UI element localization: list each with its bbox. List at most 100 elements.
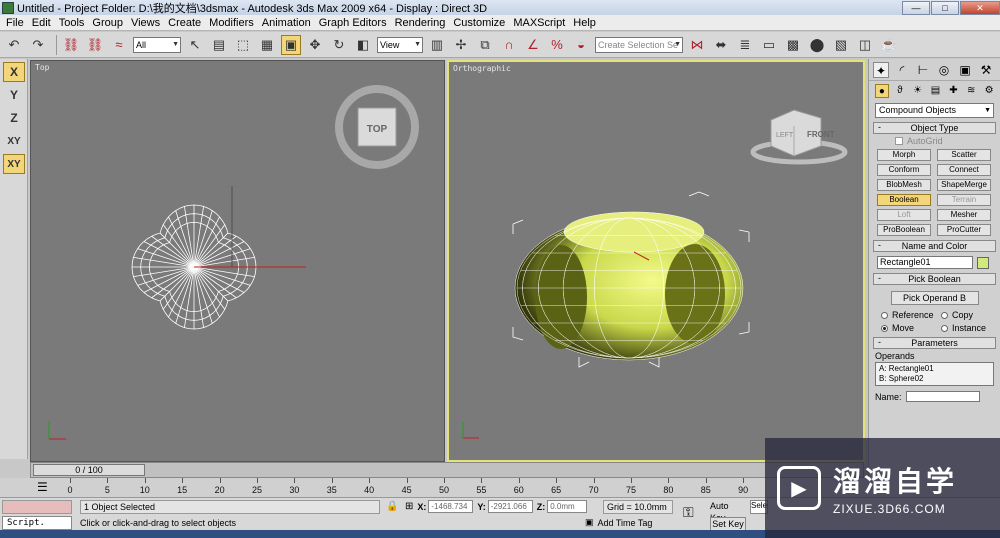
add-time-tag[interactable]: ▣ Add Time Tag bbox=[585, 517, 652, 528]
time-slider-track[interactable]: 0 / 100 bbox=[30, 462, 864, 478]
script-field[interactable]: Script. bbox=[2, 516, 72, 530]
create-tab-icon[interactable]: ✦ bbox=[873, 61, 889, 78]
shapemerge-button[interactable]: ShapeMerge bbox=[937, 179, 991, 191]
reference-coordinate-dropdown[interactable]: View bbox=[377, 36, 423, 53]
align-icon[interactable]: ⬌ bbox=[711, 35, 731, 55]
menu-file[interactable]: File bbox=[2, 17, 28, 29]
display-tab-icon[interactable]: ▣ bbox=[957, 62, 973, 78]
x-coordinate-field[interactable]: -1468.734 bbox=[428, 500, 474, 513]
rotate-icon[interactable]: ↻ bbox=[329, 35, 349, 55]
axis-xy-cycle-button[interactable]: XY bbox=[3, 154, 25, 174]
window-crossing-icon[interactable]: ▦ bbox=[257, 35, 277, 55]
curve-editor-icon[interactable]: ▭ bbox=[759, 35, 779, 55]
utilities-tab-icon[interactable]: ⚒ bbox=[978, 62, 994, 78]
operand-name-field[interactable] bbox=[905, 391, 980, 402]
name-and-color-rollout[interactable]: Name and Color bbox=[873, 240, 996, 252]
select-object-icon[interactable]: ↖ bbox=[185, 35, 205, 55]
axis-y-button[interactable]: Y bbox=[3, 85, 25, 105]
menu-tools[interactable]: Tools bbox=[55, 17, 89, 29]
orthographic-viewport[interactable]: Orthographic FRONT LEFT bbox=[447, 60, 865, 462]
set-keys-key-icon[interactable]: ⚿ bbox=[683, 504, 694, 521]
keyboard-shortcut-icon[interactable]: ⧉ bbox=[475, 35, 495, 55]
blobmesh-button[interactable]: BlobMesh bbox=[877, 179, 931, 191]
menu-animation[interactable]: Animation bbox=[258, 17, 315, 29]
pivot-center-icon[interactable]: ▥ bbox=[427, 35, 447, 55]
geometry-icon[interactable]: ● bbox=[875, 84, 889, 98]
manipulate-icon[interactable]: ✢ bbox=[451, 35, 471, 55]
systems-icon[interactable]: ⚙ bbox=[982, 84, 996, 98]
rectangular-region-icon[interactable]: ⬚ bbox=[233, 35, 253, 55]
angle-snap-icon[interactable]: ∠ bbox=[523, 35, 543, 55]
object-category-dropdown[interactable]: Compound Objects bbox=[875, 103, 994, 118]
scale-icon[interactable]: ◧ bbox=[353, 35, 373, 55]
parameters-rollout[interactable]: Parameters bbox=[873, 337, 996, 349]
time-slider-thumb[interactable]: 0 / 100 bbox=[33, 464, 145, 476]
move-radio[interactable]: Move bbox=[881, 323, 941, 333]
procutter-button[interactable]: ProCutter bbox=[937, 224, 991, 236]
scatter-button[interactable]: Scatter bbox=[937, 149, 991, 161]
material-editor-icon[interactable]: ⬤ bbox=[807, 35, 827, 55]
render-setup-icon[interactable]: ▧ bbox=[831, 35, 851, 55]
menu-modifiers[interactable]: Modifiers bbox=[205, 17, 258, 29]
select-by-name-icon[interactable]: ▤ bbox=[209, 35, 229, 55]
object-type-rollout[interactable]: Object Type bbox=[873, 122, 996, 134]
boolean-button[interactable]: Boolean bbox=[877, 194, 931, 206]
mirror-icon[interactable]: ⋈ bbox=[687, 35, 707, 55]
top-viewport[interactable]: Top TOP bbox=[30, 60, 445, 462]
operands-list[interactable]: A: Rectangle01 B: Sphere02 bbox=[875, 362, 994, 386]
loft-button[interactable]: Loft bbox=[877, 209, 931, 221]
undo-icon[interactable]: ↶ bbox=[4, 35, 24, 55]
reference-radio[interactable]: Reference bbox=[881, 310, 941, 320]
lights-icon[interactable]: ☀ bbox=[911, 84, 925, 98]
snap-toggle-icon[interactable]: ∩ bbox=[499, 35, 519, 55]
pick-boolean-rollout[interactable]: Pick Boolean bbox=[873, 273, 996, 285]
menu-rendering[interactable]: Rendering bbox=[391, 17, 450, 29]
menu-group[interactable]: Group bbox=[88, 17, 127, 29]
layer-manager-icon[interactable]: ≣ bbox=[735, 35, 755, 55]
spinner-snap-icon[interactable]: ◒ bbox=[571, 35, 591, 55]
y-coordinate-field[interactable]: -2921.066 bbox=[487, 500, 533, 513]
operand-a-item[interactable]: A: Rectangle01 bbox=[879, 364, 990, 374]
hierarchy-tab-icon[interactable]: ⊢ bbox=[915, 62, 931, 78]
schematic-view-icon[interactable]: ▩ bbox=[783, 35, 803, 55]
select-and-link-icon[interactable]: ⛓ bbox=[61, 35, 81, 55]
helpers-icon[interactable]: ✚ bbox=[946, 84, 960, 98]
object-name-field[interactable]: Rectangle01 bbox=[877, 256, 973, 269]
mesher-button[interactable]: Mesher bbox=[937, 209, 991, 221]
percent-snap-icon[interactable]: % bbox=[547, 35, 567, 55]
axis-x-button[interactable]: X bbox=[3, 62, 25, 82]
viewcube[interactable]: FRONT LEFT bbox=[750, 109, 848, 165]
connect-button[interactable]: Connect bbox=[937, 164, 991, 176]
copy-radio[interactable]: Copy bbox=[941, 310, 1000, 320]
unlink-icon[interactable]: ⛓ bbox=[85, 35, 105, 55]
space-warps-icon[interactable]: ≋ bbox=[964, 84, 978, 98]
redo-icon[interactable]: ↷ bbox=[28, 35, 48, 55]
pick-operand-b-button[interactable]: Pick Operand B bbox=[890, 291, 979, 305]
selection-filter-dropdown[interactable]: All bbox=[133, 36, 181, 53]
maxscript-listener-mini[interactable] bbox=[2, 500, 72, 514]
lock-icon[interactable]: 🔒 bbox=[386, 501, 398, 512]
menu-graph-editors[interactable]: Graph Editors bbox=[315, 17, 391, 29]
proboolean-button[interactable]: ProBoolean bbox=[877, 224, 931, 236]
menu-maxscript[interactable]: MAXScript bbox=[509, 17, 569, 29]
move-icon[interactable]: ✥ bbox=[305, 35, 325, 55]
absolute-mode-icon[interactable]: ⊞ bbox=[405, 501, 413, 512]
maximize-button[interactable]: □ bbox=[931, 0, 959, 15]
minimize-button[interactable]: — bbox=[902, 0, 930, 15]
select-and-move-icon[interactable]: ▣ bbox=[281, 34, 301, 55]
cameras-icon[interactable]: ▤ bbox=[929, 84, 943, 98]
close-button[interactable]: ✕ bbox=[960, 0, 1000, 15]
object-color-swatch[interactable] bbox=[977, 256, 989, 269]
morph-button[interactable]: Morph bbox=[877, 149, 931, 161]
shapes-icon[interactable]: ϑ bbox=[893, 84, 907, 98]
bind-space-warp-icon[interactable]: ≈ bbox=[109, 35, 129, 55]
render-teapot-icon[interactable]: ☕ bbox=[879, 35, 899, 55]
z-coordinate-field[interactable]: 0.0mm bbox=[547, 500, 588, 513]
conform-button[interactable]: Conform bbox=[877, 164, 931, 176]
mini-curve-editor-icon[interactable]: ☰ bbox=[37, 480, 48, 494]
menu-customize[interactable]: Customize bbox=[449, 17, 509, 29]
auto-key-button[interactable]: Auto Key bbox=[710, 500, 746, 523]
terrain-button[interactable]: Terrain bbox=[937, 194, 991, 206]
autogrid-checkbox[interactable]: AutoGrid bbox=[895, 136, 1000, 146]
instance-radio[interactable]: Instance bbox=[941, 323, 1000, 333]
